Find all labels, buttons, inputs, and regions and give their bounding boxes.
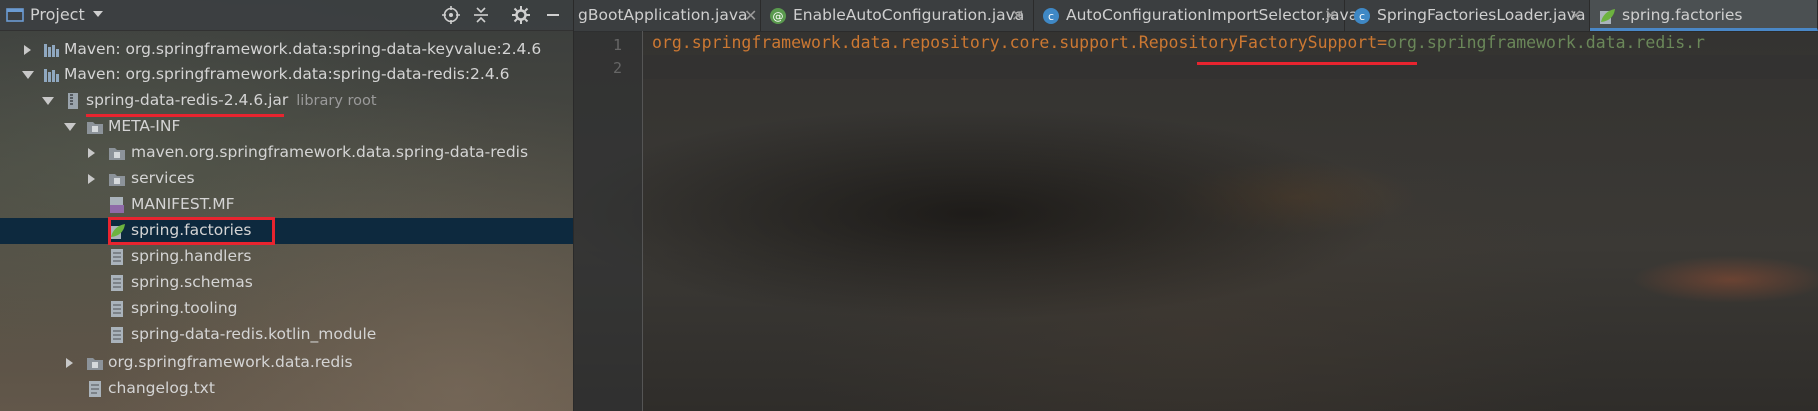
tree-item-label: spring.handlers xyxy=(131,247,252,265)
tree-item-label: spring.schemas xyxy=(131,273,253,291)
svg-text:@: @ xyxy=(773,10,784,23)
package-folder-icon xyxy=(109,148,125,160)
tree-item-label: META-INF xyxy=(108,117,181,135)
tab-label: gBootApplication.java xyxy=(578,6,748,24)
key-highlight-underline xyxy=(1197,62,1417,65)
line-number-gutter: 1 2 xyxy=(574,31,643,411)
locate-target-icon[interactable] xyxy=(442,6,460,24)
close-icon[interactable]: ✕ xyxy=(1569,6,1582,25)
tree-item-maven-redis[interactable]: Maven: org.springframework.data:spring-d… xyxy=(0,62,573,88)
package-folder-icon xyxy=(87,122,103,134)
properties-file-icon xyxy=(111,249,123,265)
class-icon: c xyxy=(1354,8,1370,24)
text-file-icon xyxy=(89,381,101,397)
package-folder-icon xyxy=(109,174,125,186)
package-folder-icon xyxy=(87,358,103,370)
tree-item-spring-schemas[interactable]: spring.schemas xyxy=(0,270,573,296)
project-window-icon xyxy=(6,8,24,22)
editor-area: gBootApplication.java ✕ @ EnableAutoConf… xyxy=(574,0,1818,411)
tab-enableautoconfiguration[interactable]: @ EnableAutoConfiguration.java ✕ xyxy=(761,0,1034,31)
minimize-icon[interactable] xyxy=(544,6,562,24)
tree-item-label: spring.tooling xyxy=(131,299,238,317)
close-icon[interactable]: ✕ xyxy=(1011,6,1024,25)
tree-item-changelog[interactable]: changelog.txt xyxy=(0,376,573,402)
tab-springfactoriesloader[interactable]: c SpringFactoriesLoader.java ✕ xyxy=(1345,0,1590,31)
chevron-down-icon[interactable] xyxy=(92,9,104,19)
library-icon xyxy=(44,69,59,82)
tab-spring-factories[interactable]: spring.factories xyxy=(1590,0,1818,31)
tree-item-services[interactable]: services xyxy=(0,166,573,192)
library-icon xyxy=(44,44,59,57)
tree-item-label: services xyxy=(131,169,195,187)
properties-file-icon xyxy=(111,275,123,291)
editor-tab-bar: gBootApplication.java ✕ @ EnableAutoConf… xyxy=(574,0,1818,32)
property-separator: = xyxy=(1377,33,1388,52)
tree-item-label: MANIFEST.MF xyxy=(131,195,235,213)
spring-leaf-icon xyxy=(1600,9,1615,24)
tree-item-jar[interactable]: spring-data-redis-2.4.6.jar library root xyxy=(0,88,573,114)
tree-item-spring-handlers[interactable]: spring.handlers xyxy=(0,244,573,270)
close-icon[interactable]: ✕ xyxy=(744,6,757,25)
chevron-right-icon[interactable] xyxy=(64,358,76,368)
chevron-down-icon[interactable] xyxy=(64,122,76,132)
properties-file-icon xyxy=(111,301,123,317)
manifest-file-icon xyxy=(110,197,124,213)
annotation-class-icon: @ xyxy=(770,8,786,24)
svg-text:c: c xyxy=(1048,10,1054,23)
jar-archive-icon xyxy=(68,93,78,109)
close-icon[interactable]: ✕ xyxy=(1324,6,1337,25)
code-line[interactable]: org.springframework.data.repository.core… xyxy=(652,33,1705,52)
tree-item-maven-keyvalue[interactable]: Maven: org.springframework.data:spring-d… xyxy=(0,37,573,63)
gear-icon[interactable] xyxy=(512,6,530,24)
tree-item-redis-pkg[interactable]: org.springframework.data.redis xyxy=(0,350,573,376)
tree-item-manifest[interactable]: MANIFEST.MF xyxy=(0,192,573,218)
tab-label: AutoConfigurationImportSelector.java xyxy=(1066,6,1359,24)
property-value: org.springframework.data.redis.r xyxy=(1387,33,1705,52)
tree-item-spring-tooling[interactable]: spring.tooling xyxy=(0,296,573,322)
tree-item-spring-factories[interactable]: spring.factories xyxy=(0,218,573,244)
tab-autoconfigurationimportselector[interactable]: c AutoConfigurationImportSelector.java ✕ xyxy=(1034,0,1358,31)
tree-item-kotlin-module[interactable]: spring-data-redis.kotlin_module xyxy=(0,322,573,348)
chevron-right-icon[interactable] xyxy=(86,174,98,184)
chevron-right-icon[interactable] xyxy=(22,45,34,55)
current-line-highlight xyxy=(643,55,1818,79)
tab-label: spring.factories xyxy=(1622,6,1743,24)
tab-label: EnableAutoConfiguration.java xyxy=(793,6,1025,24)
properties-file-icon xyxy=(111,327,123,343)
tree-item-meta-inf[interactable]: META-INF xyxy=(0,114,573,140)
chevron-right-icon[interactable] xyxy=(86,148,98,158)
tab-label: SpringFactoriesLoader.java xyxy=(1377,6,1586,24)
tab-springbootapplication[interactable]: gBootApplication.java ✕ xyxy=(574,0,761,31)
tree-item-maven-pkg[interactable]: maven.org.springframework.data.spring-da… xyxy=(0,140,573,166)
line-number: 2 xyxy=(612,59,622,77)
svg-text:c: c xyxy=(1359,10,1365,23)
project-panel-title[interactable]: Project xyxy=(30,5,85,24)
tree-item-label: changelog.txt xyxy=(108,379,215,397)
line-number: 1 xyxy=(612,36,622,54)
property-key: org.springframework.data.repository.core… xyxy=(652,33,1378,52)
spring-factories-highlight-box xyxy=(108,217,275,245)
tree-item-label: spring-data-redis.kotlin_module xyxy=(131,325,377,343)
collapse-all-icon[interactable] xyxy=(472,6,490,24)
project-panel: Project Maven: org.springframework.data:… xyxy=(0,0,574,411)
tree-item-label: spring-data-redis-2.4.6.jar xyxy=(86,91,289,109)
class-icon: c xyxy=(1043,8,1059,24)
tree-item-sublabel: library root xyxy=(296,93,377,109)
chevron-down-icon[interactable] xyxy=(22,70,34,80)
tree-item-label: org.springframework.data.redis xyxy=(108,353,353,371)
tree-item-label: Maven: org.springframework.data:spring-d… xyxy=(64,65,510,83)
tree-item-label: Maven: org.springframework.data:spring-d… xyxy=(64,40,542,58)
tree-item-label: maven.org.springframework.data.spring-da… xyxy=(131,143,529,161)
project-panel-header: Project xyxy=(0,0,573,31)
chevron-down-icon[interactable] xyxy=(42,96,54,106)
